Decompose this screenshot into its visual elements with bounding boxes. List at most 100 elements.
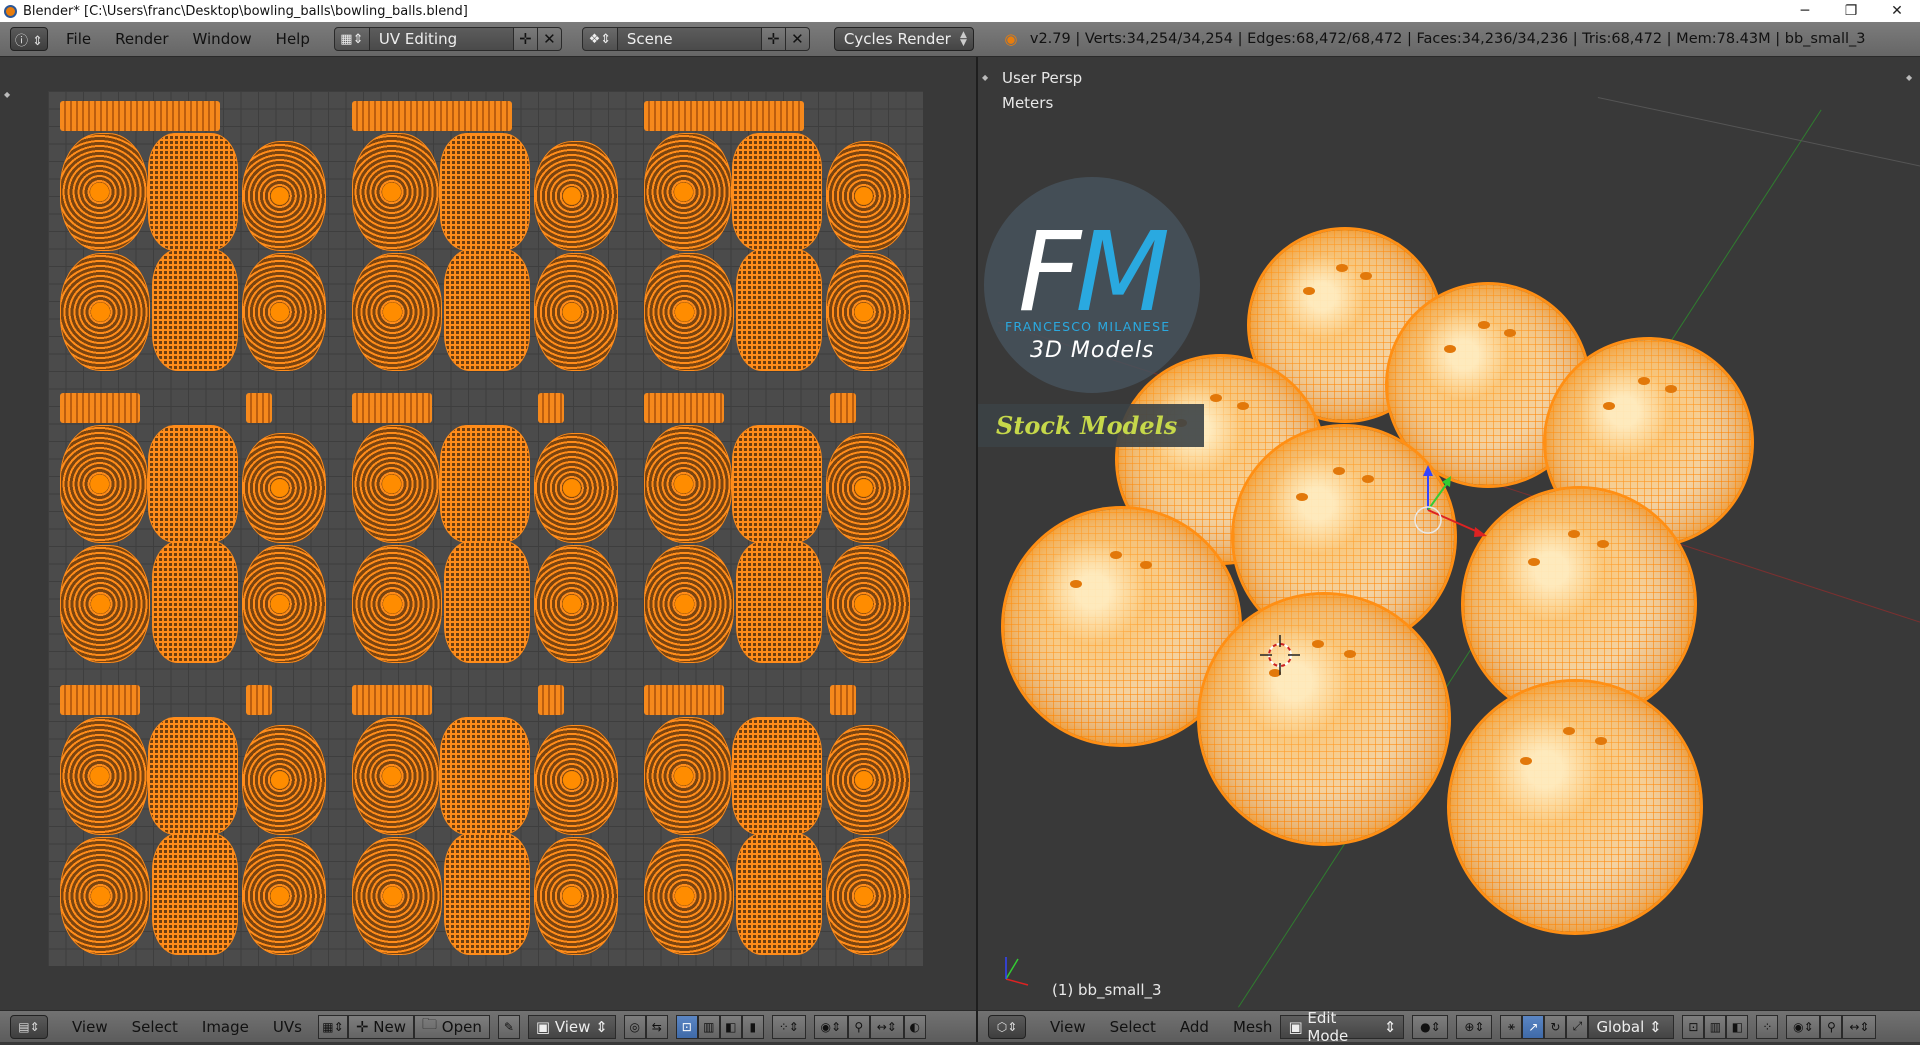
uv-island[interactable] xyxy=(152,833,238,955)
scene-icon[interactable]: ❖⇕ xyxy=(581,27,618,51)
uv-island-group[interactable] xyxy=(56,685,332,961)
uv-island[interactable] xyxy=(826,433,910,543)
menu-file[interactable]: File xyxy=(66,30,91,48)
uv-island[interactable] xyxy=(826,837,910,955)
uv-island-group[interactable] xyxy=(56,101,332,377)
render-engine-dropdown[interactable]: Cycles Render ▲ ▼ xyxy=(833,27,974,51)
maximize-button[interactable]: ❐ xyxy=(1828,0,1874,22)
new-image-button[interactable]: ✛ New xyxy=(347,1014,414,1039)
snap-icon[interactable]: ⚲ xyxy=(847,1014,870,1039)
uv-island[interactable] xyxy=(534,141,618,251)
uv-text-island[interactable] xyxy=(352,101,512,131)
region-toggle-tools-icon[interactable]: ◆ xyxy=(982,73,988,82)
uv-island[interactable] xyxy=(534,725,618,835)
bowling-ball-mesh[interactable] xyxy=(1450,682,1700,932)
face-select-mode-icon[interactable]: ◧ xyxy=(1726,1014,1749,1039)
uv-island[interactable] xyxy=(444,833,530,955)
snap-element-icon[interactable]: ↔⇕ xyxy=(869,1014,904,1039)
uv-island[interactable] xyxy=(352,133,440,251)
uv-island[interactable] xyxy=(644,837,734,955)
uv-grid-canvas[interactable] xyxy=(48,91,923,966)
uv-island[interactable] xyxy=(534,253,618,371)
3d-editor-type-button[interactable]: ⬡⇕ xyxy=(988,1014,1026,1039)
uv-island[interactable] xyxy=(736,541,822,663)
uv-text-island[interactable] xyxy=(246,393,272,423)
limit-selection-icon[interactable]: ⁘ xyxy=(1756,1014,1779,1039)
uv-text-island[interactable] xyxy=(538,393,564,423)
uv-island[interactable] xyxy=(644,425,732,543)
view-mode-dropdown[interactable]: ▣ View ⇕ xyxy=(527,1014,616,1039)
orientation-dropdown[interactable]: Global ⇕ xyxy=(1588,1014,1675,1039)
uv-island[interactable] xyxy=(444,541,530,663)
uv-text-island[interactable] xyxy=(60,393,140,423)
uv-text-island[interactable] xyxy=(644,101,804,131)
uv-island-group[interactable] xyxy=(640,393,916,669)
uv-island[interactable] xyxy=(732,133,822,251)
uv-island[interactable] xyxy=(148,133,238,251)
screen-layout-icon[interactable]: ▦⇕ xyxy=(333,27,370,51)
render-preview-icon[interactable]: ◐ xyxy=(903,1014,926,1039)
uv-text-island[interactable] xyxy=(644,685,724,715)
menu-help[interactable]: Help xyxy=(276,30,310,48)
open-image-button[interactable]: 🗀 Open xyxy=(414,1014,490,1039)
snapping-icon[interactable]: ⚲ xyxy=(1820,1014,1843,1039)
region-toggle-left-icon[interactable]: ◆ xyxy=(4,90,10,99)
uv-island-group[interactable] xyxy=(348,101,624,377)
y-axis-arrow[interactable] xyxy=(1427,481,1449,511)
uv-island[interactable] xyxy=(444,249,530,371)
uv-text-island[interactable] xyxy=(644,393,724,423)
transform-manipulator[interactable] xyxy=(1398,457,1518,577)
uv-island[interactable] xyxy=(826,725,910,835)
3d-viewport[interactable]: ◆ ◆ User Persp Meters FM FRANCESCO MILAN… xyxy=(978,57,1920,1010)
pivot-icon[interactable]: ◎ xyxy=(623,1014,646,1039)
uv-island[interactable] xyxy=(242,141,326,251)
uv-island[interactable] xyxy=(352,425,440,543)
region-toggle-properties-icon[interactable]: ◆ xyxy=(1906,73,1912,82)
edge-select-icon[interactable]: ▥ xyxy=(697,1014,720,1039)
uv-island[interactable] xyxy=(732,425,822,543)
uv-island-group[interactable] xyxy=(348,393,624,669)
vertex-select-mode-icon[interactable]: ⊡ xyxy=(1682,1014,1705,1039)
uv-island[interactable] xyxy=(826,253,910,371)
uv-island[interactable] xyxy=(352,545,442,663)
uv-island[interactable] xyxy=(826,545,910,663)
uv-text-island[interactable] xyxy=(830,393,856,423)
uv-image-editor[interactable]: ◆ xyxy=(0,57,976,1010)
uv-island[interactable] xyxy=(440,717,530,835)
uv-island[interactable] xyxy=(534,433,618,543)
uv-island[interactable] xyxy=(440,425,530,543)
viewport-shading-icon[interactable]: ●⇕ xyxy=(1412,1014,1449,1039)
uv-island-group[interactable] xyxy=(640,101,916,377)
bowling-ball-mesh[interactable] xyxy=(1200,595,1448,843)
screen-layout-field[interactable]: UV Editing xyxy=(369,27,514,51)
rotate-manipulator-icon[interactable]: ↻ xyxy=(1544,1014,1567,1039)
uv-island[interactable] xyxy=(60,545,150,663)
uv-text-island[interactable] xyxy=(246,685,272,715)
vertex-select-icon[interactable]: ⊡ xyxy=(675,1014,698,1039)
add-scene-icon[interactable]: ✛ xyxy=(761,27,786,51)
uv-island[interactable] xyxy=(60,717,148,835)
3d-menu-select[interactable]: Select xyxy=(1110,1018,1156,1036)
uv-island[interactable] xyxy=(534,837,618,955)
uv-island-group[interactable] xyxy=(640,685,916,961)
scale-manipulator-icon[interactable]: ⤢ xyxy=(1566,1014,1589,1039)
3d-menu-add[interactable]: Add xyxy=(1180,1018,1209,1036)
uv-text-island[interactable] xyxy=(60,101,220,131)
uv-island[interactable] xyxy=(242,725,326,835)
pivot-point-icon[interactable]: ⊕⇕ xyxy=(1456,1014,1493,1039)
x-axis-arrow[interactable] xyxy=(1427,509,1479,533)
translate-manipulator-icon[interactable]: ↗ xyxy=(1522,1014,1545,1039)
uv-menu-view[interactable]: View xyxy=(72,1018,108,1036)
uv-island[interactable] xyxy=(242,837,326,955)
uv-text-island[interactable] xyxy=(352,685,432,715)
uv-island[interactable] xyxy=(352,253,442,371)
uv-island[interactable] xyxy=(60,837,150,955)
uv-island[interactable] xyxy=(352,717,440,835)
proportional-edit-icon[interactable]: ◉⇕ xyxy=(813,1014,848,1039)
uv-island[interactable] xyxy=(736,833,822,955)
sync-selection-icon[interactable]: ⇆ xyxy=(645,1014,668,1039)
uv-text-island[interactable] xyxy=(538,685,564,715)
close-button[interactable]: ✕ xyxy=(1874,0,1920,22)
remove-scene-icon[interactable]: ✕ xyxy=(785,27,810,51)
uv-island[interactable] xyxy=(148,425,238,543)
